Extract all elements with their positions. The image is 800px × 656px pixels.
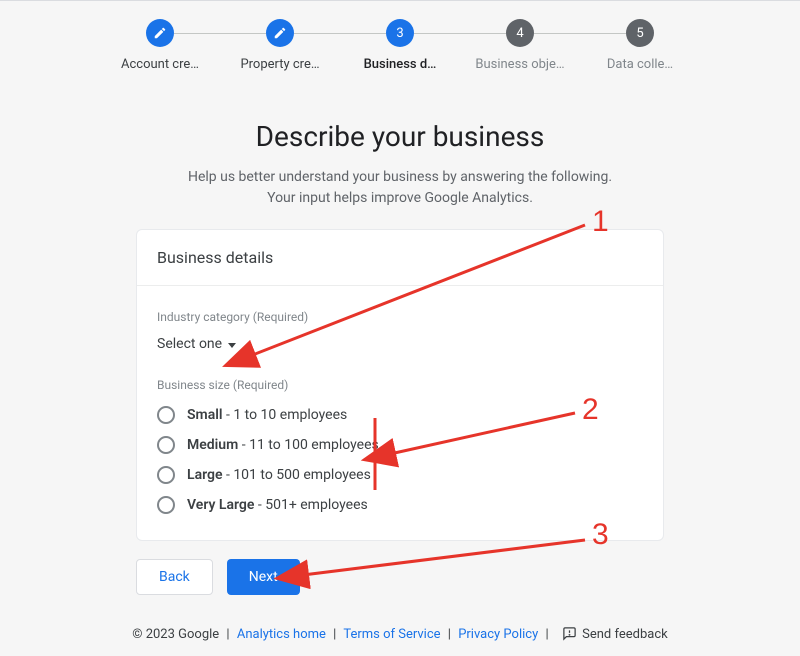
- dropdown-value: Select one: [157, 336, 222, 352]
- step-label: Data colle…: [607, 57, 673, 72]
- business-size-label: Business size (Required): [157, 378, 643, 392]
- radio-icon: [157, 406, 175, 424]
- step-label: Business d…: [364, 57, 437, 72]
- step-account[interactable]: Account cre…: [100, 19, 220, 72]
- size-option-large[interactable]: Large - 101 to 500 employees: [157, 460, 643, 490]
- link-terms[interactable]: Terms of Service: [343, 627, 440, 642]
- business-details-card: Business details Industry category (Requ…: [136, 229, 664, 541]
- step-property[interactable]: Property cre…: [220, 19, 340, 72]
- feedback-icon: [562, 626, 577, 641]
- card-title: Business details: [137, 230, 663, 286]
- radio-icon: [157, 496, 175, 514]
- step-business-details[interactable]: 3 Business d…: [340, 19, 460, 72]
- step-number: 4: [506, 19, 534, 47]
- feedback-link[interactable]: Send feedback: [556, 627, 668, 642]
- caret-down-icon: [228, 336, 236, 352]
- stepper: Account cre… Property cre… 3 Business d……: [0, 1, 800, 72]
- next-button[interactable]: Next: [227, 559, 300, 595]
- step-data-collection: 5 Data colle…: [580, 19, 700, 72]
- step-label: Property cre…: [240, 57, 319, 72]
- step-number: 3: [386, 19, 414, 47]
- step-business-objective: 4 Business obje…: [460, 19, 580, 72]
- copyright: © 2023 Google: [132, 627, 219, 642]
- pencil-icon: [266, 19, 294, 47]
- footer: © 2023 Google | Analytics home | Terms o…: [0, 626, 800, 642]
- size-option-small[interactable]: Small - 1 to 10 employees: [157, 400, 643, 430]
- size-option-medium[interactable]: Medium - 11 to 100 employees: [157, 430, 643, 460]
- page-title: Describe your business: [0, 120, 800, 153]
- radio-icon: [157, 466, 175, 484]
- step-label: Business obje…: [475, 57, 564, 72]
- industry-category-label: Industry category (Required): [157, 310, 643, 324]
- link-privacy[interactable]: Privacy Policy: [458, 627, 538, 642]
- step-label: Account cre…: [121, 57, 199, 72]
- step-number: 5: [626, 19, 654, 47]
- page-subtitle: Help us better understand your business …: [0, 167, 800, 209]
- action-row: Back Next: [136, 559, 664, 595]
- size-option-very-large[interactable]: Very Large - 501+ employees: [157, 490, 643, 520]
- industry-category-dropdown[interactable]: Select one: [157, 332, 236, 356]
- link-analytics-home[interactable]: Analytics home: [237, 627, 326, 642]
- pencil-icon: [146, 19, 174, 47]
- back-button[interactable]: Back: [136, 559, 213, 595]
- radio-icon: [157, 436, 175, 454]
